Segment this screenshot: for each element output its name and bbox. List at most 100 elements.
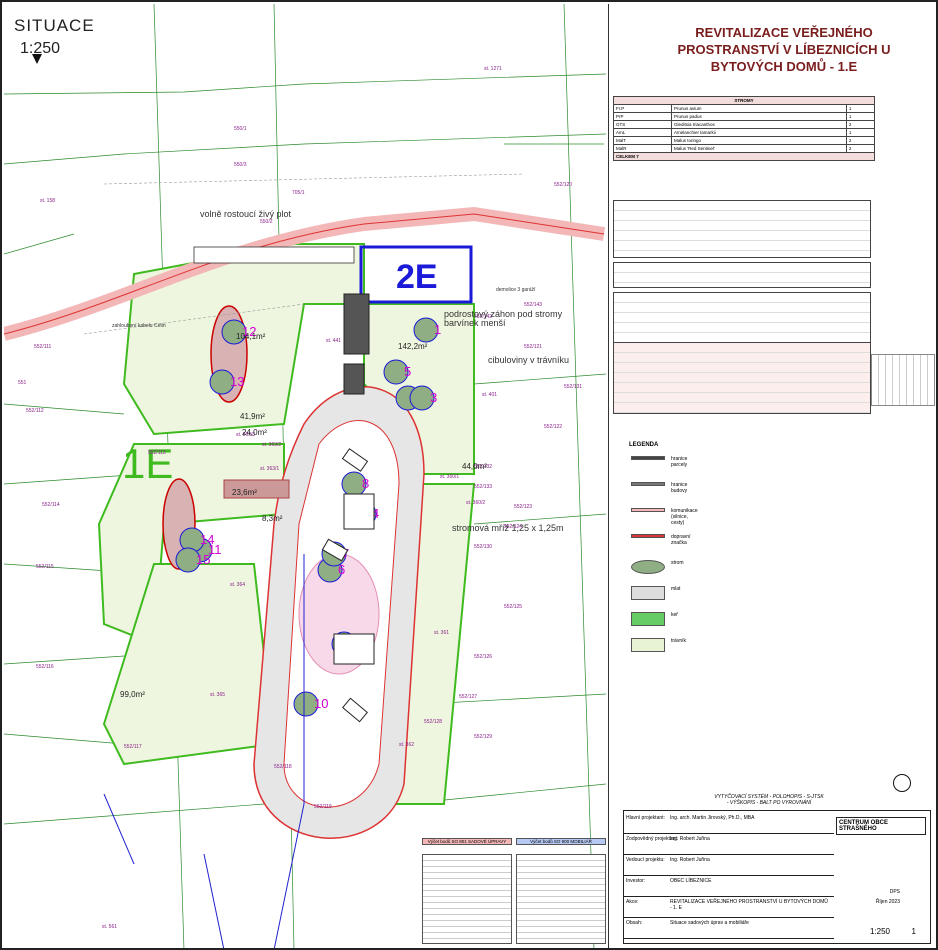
north-arrow-icon	[32, 54, 42, 64]
shrubs-table	[613, 200, 871, 258]
stamp-value: REVITALIZACE VEŘEJNÉHO PROSTRANSTVÍ U BY…	[670, 899, 828, 911]
parcel-label: 552/119	[314, 804, 332, 810]
stamp-divider	[624, 854, 834, 855]
area-label: 23,6m²	[232, 488, 257, 497]
trees-table: STROMY Fr.P Prunus avium 1 PrP Prunus padus 1…	[612, 96, 876, 161]
stamp-divider	[624, 917, 834, 918]
tree-number: 3	[430, 390, 437, 405]
parcel-label: 552/115	[36, 564, 54, 570]
trees-table-row: GTS Gleditsia triacanthos 2	[612, 120, 876, 129]
format-value: DPS	[889, 889, 900, 895]
parcel-label: st. 360/2	[466, 500, 486, 506]
parcel-label: 552/130	[474, 544, 493, 550]
building-label-2e: 2E	[396, 258, 438, 296]
parcel-label: 552/128	[424, 719, 443, 725]
trees-table-row: MalT Malus toringo 2	[612, 136, 876, 145]
tree-number: 5	[404, 364, 411, 379]
trees-table-cell: 1	[845, 112, 876, 121]
drawing-number: 1	[911, 927, 916, 936]
legend-swatch	[631, 638, 665, 652]
tree-number: 14	[200, 532, 214, 547]
scale-value: 1:250	[869, 927, 890, 936]
parcel-label: st. 561	[102, 924, 118, 930]
area-label: 104,1m²	[236, 332, 266, 341]
tree-number: 10	[314, 696, 328, 711]
parcel-label: 552/118	[274, 764, 292, 770]
trees-table-total: CELKEM 7	[613, 152, 875, 161]
trees-table-title: STROMY	[613, 96, 875, 105]
stamp-value: OBEC LÍBEZNICE	[670, 878, 712, 884]
groundcover-table	[613, 262, 871, 288]
trees-table-cell: 2	[845, 120, 876, 129]
trees-table-cell: Prunus avium	[671, 104, 847, 113]
stamp-label: Obsah:	[626, 920, 643, 926]
area-label: 142,2m²	[398, 342, 428, 351]
parcel-label: 550/3	[234, 162, 247, 168]
parcel-label: st. 363/1	[260, 466, 280, 472]
parcel-label: 552/143	[524, 302, 543, 308]
trees-table-row: MalR Malus 'Red Sentinel' 2	[612, 144, 876, 153]
parcel-label: st. 361	[434, 630, 450, 636]
legend-swatch	[631, 482, 665, 486]
tree-number: 13	[230, 374, 244, 389]
parcel-label: 552/120	[554, 182, 573, 188]
parcel-label: 550/1	[234, 126, 247, 132]
parcel-label: 552/112	[26, 408, 44, 414]
legend-swatch	[631, 586, 665, 600]
map-heading: SITUACE	[14, 16, 95, 35]
parcel-label: 552/125	[504, 604, 523, 610]
trees-table-cell: MalT	[612, 136, 673, 145]
parcel-label: 552/117	[124, 744, 142, 750]
drawing-sheet: 123456789101112131415 SITUACE 1:2	[0, 0, 938, 950]
tree-number: 1	[434, 322, 441, 337]
stamp-label: Hlavní projektant:	[626, 815, 665, 821]
legend-label: keř	[671, 612, 678, 618]
trees-table-cell: Prunus padus	[671, 112, 847, 121]
parcel-label: 552/113	[148, 450, 166, 456]
stamp-label: Vedoucí projektu:	[626, 857, 665, 863]
stamp-value: Ing. Robert Juřina	[670, 857, 710, 863]
parcel-label: 552/126	[474, 654, 493, 660]
area-label: 44,0m²	[462, 462, 487, 471]
site-plan-svg: 123456789101112131415	[2, 3, 607, 948]
legend-swatch	[631, 560, 665, 574]
parcel-label: st. 441	[326, 338, 342, 344]
area-label: 41,9m²	[240, 412, 265, 421]
trees-table-cell: AmL	[612, 128, 673, 137]
legend-swatch	[631, 612, 665, 626]
parcel-label: st. 401	[482, 392, 498, 398]
area-label: 99,0m²	[120, 690, 145, 699]
project-title: REVITALIZACE VEŘEJNÉHO PROSTRANSTVÍ V LÍ…	[677, 25, 891, 74]
parcel-label: st. 362	[399, 742, 415, 748]
legend-label: strom	[671, 560, 684, 566]
area-label-1e: 1E	[122, 440, 174, 487]
parcel-label: st. 360/1	[440, 474, 460, 480]
parcel-label: 550/2	[260, 219, 273, 225]
date-value: Říjen 2023	[875, 899, 900, 905]
parcel-label: st. 363/2	[262, 442, 282, 448]
trees-table-cell: Gleditsia triacanthos	[671, 120, 847, 129]
stamp-divider	[624, 938, 834, 939]
parcel-label: 552/111	[34, 344, 52, 350]
parcel-label: st. 158	[40, 198, 56, 204]
legend-label: hranice parcely	[671, 456, 688, 468]
stamp-label: Investor:	[626, 878, 646, 884]
tree-number: 8	[362, 476, 369, 491]
points-table-title: Výčet bodů SO 801 SADOVÉ ÚPRAVY	[422, 838, 512, 845]
legend-label: hranice budovy	[671, 482, 688, 494]
area-label: 8,3m²	[262, 514, 283, 523]
hedge-row	[193, 246, 355, 264]
stamp-divider	[624, 875, 834, 876]
trees-table-cell: MalR	[612, 144, 673, 153]
trees-table-row: PrP Prunus padus 1	[612, 112, 876, 121]
trees-table-row: Fr.P Prunus avium 1	[612, 104, 876, 113]
grid-table	[871, 354, 935, 406]
annotation-label: zahloubení kabelu Cetin	[112, 323, 166, 329]
trees-table-cell: PrP	[612, 112, 673, 121]
parcel-label: 705/1	[292, 190, 305, 196]
legend-heading: LEGENDA	[629, 442, 659, 448]
points-table-title: Výčet bodů SO 900 MOBILIÁŘ	[516, 838, 606, 845]
legend-label: trávník	[671, 638, 687, 644]
trees-table-cell: 1	[845, 128, 876, 137]
parcel-label: 552/127	[459, 694, 478, 700]
